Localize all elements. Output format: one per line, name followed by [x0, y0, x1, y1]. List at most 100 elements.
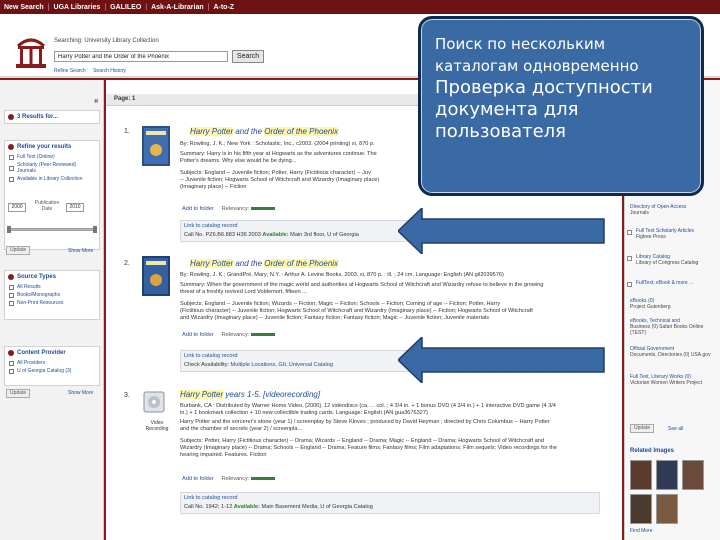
source-option-all[interactable]: All Results	[5, 283, 99, 291]
catalog-record-link[interactable]: Link to catalog record	[184, 495, 237, 501]
checkbox[interactable]	[9, 176, 14, 182]
record-title[interactable]: Harry Potter years 1-5. [videorecording]	[180, 390, 320, 399]
checkbox[interactable]	[627, 282, 632, 287]
date-to-input[interactable]: 2010	[66, 203, 84, 212]
callout-line: Проверка доступности	[435, 77, 653, 98]
top-nav-bar: New Search | UGA Libraries | GALILEO | Ask-…	[0, 0, 720, 14]
refine-option-fulltext[interactable]: Full Text (Online)	[5, 153, 99, 161]
provider-icon	[8, 350, 14, 356]
provider-option-uga[interactable]: U of Georgia Catalog (3)	[5, 367, 99, 375]
search-history-link[interactable]: Search History	[93, 68, 126, 74]
date-slider[interactable]	[7, 226, 97, 233]
show-more-link[interactable]: Show More	[68, 248, 93, 254]
right-item[interactable]: Full Text Scholarly Articles Figtree Pres…	[636, 228, 720, 240]
record-subjects-cont: Wizardry (Imaginary place) -- Drama; Sch…	[180, 445, 557, 451]
related-image-thumbnail[interactable]	[630, 460, 652, 490]
checkbox[interactable]	[9, 165, 14, 171]
refine-icon	[8, 144, 14, 150]
record-summary-cont: and the chamber of secrets (year 2) / sc…	[180, 426, 303, 432]
provider-option-all[interactable]: All Providers	[5, 359, 99, 367]
nav-new-search[interactable]: New Search	[4, 4, 44, 11]
source-option-books[interactable]: Books/Monographs	[5, 291, 99, 299]
right-item[interactable]: Directory of Open Access Journals	[630, 204, 714, 216]
refine-search-link[interactable]: Refine Search	[54, 68, 86, 74]
record-title[interactable]: Harry Potter and the Order of the Phoeni…	[190, 127, 339, 136]
refine-option-available[interactable]: Available in Library Collection	[5, 175, 99, 183]
related-image-thumbnail[interactable]	[656, 460, 678, 490]
slider-handle-right[interactable]	[93, 226, 97, 233]
callout-line: каталогам одновременно	[435, 57, 639, 75]
collapse-left-icon[interactable]: «	[94, 96, 98, 105]
relevancy-bar	[251, 207, 276, 211]
find-more-link[interactable]: Find More	[630, 528, 653, 534]
add-to-folder[interactable]: Add to folder Relevancy:	[182, 332, 276, 338]
callout-line: документа для	[435, 99, 579, 120]
source-option-nonprint[interactable]: Non-Print Resources	[5, 299, 99, 307]
availability-line: Call No. PZ6.B6.883 H36 2003 Available: …	[184, 232, 359, 238]
arrow-left-icon	[398, 208, 605, 254]
book-cover-thumbnail[interactable]	[142, 256, 170, 296]
update-button[interactable]: Update	[6, 246, 31, 255]
see-all-link[interactable]: See all	[668, 426, 683, 432]
nav-galileo[interactable]: GALILEO	[110, 4, 141, 11]
checkbox[interactable]	[627, 256, 632, 261]
nav-separator: |	[104, 3, 107, 11]
callout-line: Поиск по нескольким	[435, 35, 606, 53]
related-image-thumbnail[interactable]	[682, 460, 704, 490]
date-from-input[interactable]: 2000	[8, 203, 26, 212]
right-item[interactable]: FullText, eBook & more ...	[636, 280, 720, 286]
nav-a-to-z[interactable]: A-to-Z	[213, 4, 234, 11]
nav-ask-a-librarian[interactable]: Ask-A-Librarian	[151, 4, 204, 11]
right-item[interactable]: Full Text, Literary Works (0) Victorian W…	[630, 374, 714, 386]
checkbox[interactable]	[9, 300, 14, 306]
record-summary: Summary: When the government of the magi…	[180, 282, 544, 288]
record-number: 1.	[124, 128, 130, 135]
refine-heading: Refine your results	[5, 141, 99, 153]
search-button[interactable]: Search	[232, 50, 264, 63]
right-item[interactable]: eBooks (0) Project Gutenberg	[630, 298, 714, 310]
availability-box: Link to catalog record Call No. 1942; 1-…	[180, 492, 600, 514]
refine-option-scholarly[interactable]: Scholarly (Peer Reviewed) Journals	[5, 161, 99, 175]
relevancy-bar	[251, 333, 276, 337]
record-subjects: Subjects: England -- Juvenile fiction; W…	[180, 301, 501, 307]
results-count: 3 Results for...	[5, 111, 99, 123]
record-subjects: Subjects: England -- Juvenile fiction; P…	[180, 170, 371, 176]
catalog-record-link[interactable]: Link to catalog record	[184, 353, 237, 359]
checkbox[interactable]	[9, 154, 14, 160]
record-subjects-cont: hearing impaired. Features. Fiction	[180, 452, 267, 458]
checkbox[interactable]	[627, 230, 632, 235]
add-to-folder[interactable]: Add to folder Relevancy:	[182, 206, 276, 212]
video-recording-icon	[143, 391, 165, 413]
record-summary-cont: threat of a freshly revived Lord Voldemo…	[180, 289, 307, 295]
update-button-2[interactable]: Update	[6, 389, 31, 398]
right-item[interactable]: Library Catalog Library of Congress Catal…	[636, 254, 720, 266]
slider-handle-left[interactable]	[7, 226, 11, 233]
checkbox[interactable]	[9, 360, 14, 366]
record-summary: Harry Potter and the sorcerer's stone (y…	[180, 419, 550, 425]
callout-line: пользователя	[435, 121, 567, 142]
availability-line: Check Availability: Multiple Locations, …	[184, 362, 333, 368]
catalog-record-link[interactable]: Link to catalog record	[184, 223, 237, 229]
nav-uga-libraries[interactable]: UGA Libraries	[54, 4, 101, 11]
source-types-heading: Source Types	[5, 271, 99, 283]
related-image-thumbnail[interactable]	[630, 494, 652, 524]
record-subjects-cont: and Wizardry (Imaginary place) -- Juveni…	[180, 315, 490, 321]
related-image-thumbnail[interactable]	[656, 494, 678, 524]
add-to-folder[interactable]: Add to folder Relevancy:	[182, 476, 276, 482]
checkbox[interactable]	[9, 368, 14, 374]
book-cover-thumbnail[interactable]	[142, 126, 170, 166]
checkbox[interactable]	[9, 284, 14, 290]
right-update-button[interactable]: Update	[630, 424, 655, 433]
availability-line: Call No. 1942; 1-12 Available: Main Base…	[184, 504, 373, 510]
record-number: 3.	[124, 392, 130, 399]
right-item[interactable]: Official Government Documents, Directorie…	[630, 346, 714, 358]
nav-separator: |	[47, 3, 50, 11]
annotation-callout: Поиск по нескольким каталогам одновремен…	[418, 16, 704, 196]
search-input[interactable]	[54, 51, 228, 62]
show-more-link-2[interactable]: Show More	[68, 390, 93, 396]
content-provider-heading: Content Provider	[5, 347, 99, 359]
record-title[interactable]: Harry Potter and the Order of the Phoeni…	[190, 259, 339, 268]
right-item[interactable]: eBooks, Technical and Business (0) Safari…	[630, 318, 714, 336]
checkbox[interactable]	[9, 292, 14, 298]
record-subjects-cont: (Imaginary place) -- Fiction	[180, 184, 247, 190]
